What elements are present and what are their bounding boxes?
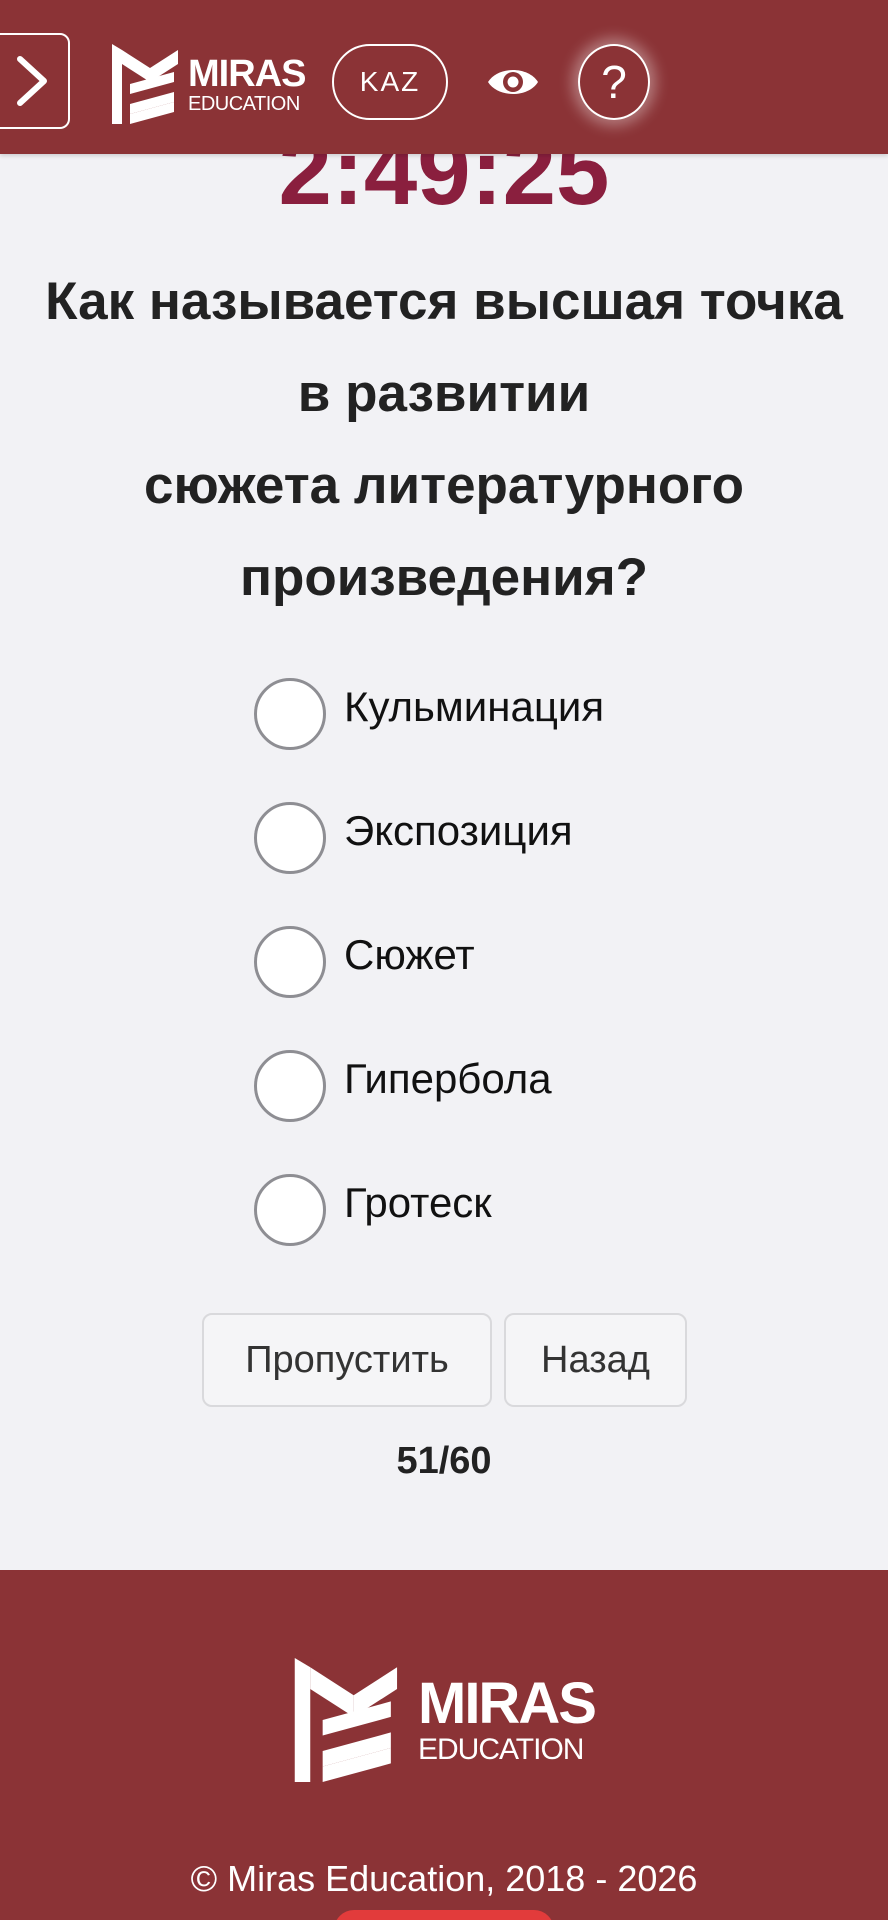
brand-logo[interactable]: MIRAS EDUCATION bbox=[112, 44, 306, 124]
answer-option-label[interactable]: Сюжет bbox=[344, 931, 475, 979]
help-button[interactable]: ? bbox=[578, 44, 650, 120]
top-header: MIRAS EDUCATION KAZ ? bbox=[0, 0, 888, 154]
skip-button[interactable]: Пропустить bbox=[202, 1313, 492, 1407]
answer-option-2[interactable]: Экспозиция bbox=[254, 802, 754, 926]
radio-button[interactable] bbox=[254, 926, 326, 998]
answer-option-label[interactable]: Гипербола bbox=[344, 1055, 552, 1103]
answer-option-label[interactable]: Экспозиция bbox=[344, 807, 573, 855]
answer-option-1[interactable]: Кульминация bbox=[254, 678, 754, 802]
answer-option-label[interactable]: Кульминация bbox=[344, 683, 604, 731]
question-line: в развитии bbox=[297, 364, 591, 423]
answer-option-label[interactable]: Гротеск bbox=[344, 1179, 492, 1227]
brand-word-miras: MIRAS bbox=[188, 52, 306, 95]
question-progress: 51/60 bbox=[396, 1440, 492, 1482]
radio-button[interactable] bbox=[254, 802, 326, 874]
question-text: Как называется высшая точка в развитии с… bbox=[0, 256, 888, 624]
footer-action-button[interactable] bbox=[334, 1910, 554, 1920]
brand-wordmark: MIRAS EDUCATION bbox=[188, 52, 306, 115]
question-icon: ? bbox=[601, 56, 627, 108]
question-line: сюжета литературного bbox=[144, 456, 744, 515]
brand-word-education: EDUCATION bbox=[188, 92, 300, 115]
back-button[interactable]: Назад bbox=[504, 1313, 687, 1407]
footer-brand-word-education: EDUCATION bbox=[418, 1733, 584, 1766]
answer-options: Кульминация Экспозиция Сюжет Гипербола Г… bbox=[254, 678, 754, 1298]
copyright-text: © Miras Education, 2018 - 2026 bbox=[190, 1858, 698, 1899]
eye-icon bbox=[488, 70, 538, 94]
footer-brand-logo[interactable]: MIRAS EDUCATION bbox=[294, 1658, 597, 1782]
footer-brand-word-miras: MIRAS bbox=[418, 1671, 597, 1736]
answer-option-4[interactable]: Гипербола bbox=[254, 1050, 754, 1174]
radio-button[interactable] bbox=[254, 1050, 326, 1122]
question-line: произведения? bbox=[239, 548, 649, 607]
radio-button[interactable] bbox=[254, 678, 326, 750]
language-button[interactable]: KAZ bbox=[332, 44, 448, 120]
question-line: Как называется высшая точка bbox=[45, 272, 843, 331]
answer-option-5[interactable]: Гротеск bbox=[254, 1174, 754, 1298]
miras-logo-icon bbox=[294, 1658, 398, 1782]
accessibility-eye-button[interactable] bbox=[486, 62, 540, 102]
miras-logo-icon bbox=[112, 44, 178, 124]
radio-button[interactable] bbox=[254, 1174, 326, 1246]
answer-option-3[interactable]: Сюжет bbox=[254, 926, 754, 1050]
chevron-right-icon bbox=[17, 56, 47, 106]
page-footer: MIRAS EDUCATION © Miras Education, 2018 … bbox=[0, 1570, 888, 1920]
menu-toggle-button[interactable] bbox=[0, 33, 70, 129]
footer-brand-wordmark: MIRAS EDUCATION bbox=[418, 1671, 597, 1766]
